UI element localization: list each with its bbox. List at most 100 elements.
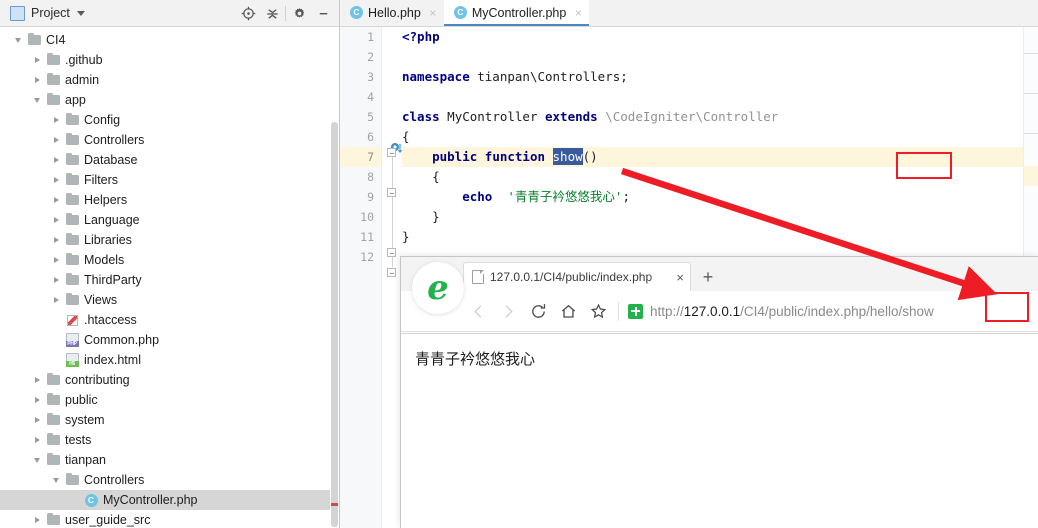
- collapse-all-icon[interactable]: [260, 2, 284, 24]
- address-bar[interactable]: http://127.0.0.1/CI4/public/index.php/he…: [650, 304, 934, 319]
- gear-icon[interactable]: [287, 2, 311, 24]
- tree-row[interactable]: ThirdParty: [0, 270, 339, 290]
- reload-glyph: [531, 303, 545, 318]
- fold-toggle-method-end[interactable]: [387, 248, 396, 257]
- home-icon[interactable]: [553, 296, 583, 326]
- tree-row[interactable]: PHP Common.php: [0, 330, 339, 350]
- fold-toggle-class[interactable]: [387, 148, 396, 157]
- tree-row[interactable]: admin: [0, 70, 339, 90]
- browser-tab[interactable]: 127.0.0.1/CI4/public/index.php ×: [463, 262, 691, 291]
- chevron-right-icon[interactable]: [48, 130, 64, 150]
- chevron-down-icon[interactable]: [29, 90, 45, 110]
- code-line[interactable]: [402, 87, 1023, 107]
- tree-row[interactable]: Filters: [0, 170, 339, 190]
- sidebar-scrollbar[interactable]: [330, 27, 339, 528]
- chevron-right-glyph: [34, 377, 40, 383]
- editor-tab[interactable]: C MyController.php ×: [443, 0, 590, 26]
- folder-glyph: [65, 152, 79, 165]
- chevron-right-glyph: [53, 237, 59, 243]
- chevron-down-icon[interactable]: [29, 450, 45, 470]
- tree-row[interactable]: Controllers: [0, 130, 339, 150]
- chevron-right-glyph: [53, 177, 59, 183]
- chevron-down-icon[interactable]: [10, 30, 26, 50]
- sidebar-scrollbar-thumb[interactable]: [331, 122, 338, 527]
- tree-row[interactable]: Libraries: [0, 230, 339, 250]
- code-line[interactable]: namespace tianpan\Controllers;: [402, 67, 1023, 87]
- code-line[interactable]: <?php: [402, 27, 1023, 47]
- tree-row[interactable]: Helpers: [0, 190, 339, 210]
- tree-row[interactable]: tianpan: [0, 450, 339, 470]
- code-line[interactable]: class MyController extends \CodeIgniter\…: [402, 107, 1023, 127]
- reload-icon[interactable]: [523, 296, 553, 326]
- tree-row[interactable]: .github: [0, 50, 339, 70]
- chevron-right-icon[interactable]: [48, 170, 64, 190]
- minimize-icon[interactable]: [311, 2, 335, 24]
- tree-row[interactable]: C MyController.php: [0, 490, 339, 510]
- chevron-down-icon[interactable]: [48, 470, 64, 490]
- tree-row[interactable]: CI4: [0, 30, 339, 50]
- folder-icon: [45, 510, 61, 528]
- chevron-right-icon[interactable]: [29, 430, 45, 450]
- chevron-right-icon[interactable]: [48, 270, 64, 290]
- project-tree[interactable]: CI4 .github admin app Config Controllers Datab…: [0, 27, 339, 528]
- chevron-right-icon[interactable]: [48, 110, 64, 130]
- tree-row[interactable]: H5 index.html: [0, 350, 339, 370]
- folder-icon: [64, 170, 80, 190]
- tree-row[interactable]: Database: [0, 150, 339, 170]
- tree-row[interactable]: public: [0, 390, 339, 410]
- tree-row-label: ThirdParty: [84, 273, 142, 287]
- chevron-right-icon[interactable]: [48, 210, 64, 230]
- locate-icon[interactable]: [236, 2, 260, 24]
- tree-row[interactable]: Controllers: [0, 470, 339, 490]
- tree-row[interactable]: contributing: [0, 370, 339, 390]
- chevron-right-icon[interactable]: [29, 510, 45, 528]
- tree-row[interactable]: app: [0, 90, 339, 110]
- chevron-right-icon[interactable]: [29, 370, 45, 390]
- code-token: extends: [545, 109, 598, 124]
- tree-row[interactable]: Views: [0, 290, 339, 310]
- project-panel-title: Project: [31, 6, 70, 20]
- folder-icon: [64, 250, 80, 270]
- chevron-right-icon[interactable]: [48, 290, 64, 310]
- code-line[interactable]: [402, 47, 1023, 67]
- editor-tab[interactable]: C Hello.php ×: [340, 0, 444, 26]
- close-icon[interactable]: ×: [573, 7, 583, 19]
- line-number: 1: [367, 30, 374, 44]
- chevron-right-icon[interactable]: [29, 50, 45, 70]
- close-icon[interactable]: ×: [676, 271, 684, 284]
- chevron-right-icon[interactable]: [29, 410, 45, 430]
- tree-row[interactable]: system: [0, 410, 339, 430]
- tree-row[interactable]: user_guide_src: [0, 510, 339, 528]
- chevron-down-icon[interactable]: [76, 10, 85, 16]
- chevron-right-icon[interactable]: [48, 230, 64, 250]
- close-icon[interactable]: ×: [428, 7, 438, 19]
- browser-tab-bar[interactable]: 127.0.0.1/CI4/public/index.php × +: [401, 257, 1038, 291]
- code-line[interactable]: echo '青青子衿悠悠我心';: [402, 187, 1023, 207]
- editor-tab-bar[interactable]: C Hello.php × C MyController.php ×: [340, 0, 1038, 27]
- tree-row[interactable]: Models: [0, 250, 339, 270]
- bookmark-star-icon[interactable]: [583, 296, 613, 326]
- fold-gutter[interactable]: [382, 27, 403, 528]
- chevron-down-glyph: [15, 37, 21, 43]
- chevron-right-icon[interactable]: [29, 390, 45, 410]
- browser-logo-glyph: e: [427, 268, 449, 308]
- chevron-right-icon[interactable]: [48, 150, 64, 170]
- tree-row[interactable]: Language: [0, 210, 339, 230]
- back-icon[interactable]: [463, 296, 493, 326]
- chevron-right-icon[interactable]: [48, 250, 64, 270]
- code-line[interactable]: {: [402, 127, 1023, 147]
- new-tab-button[interactable]: +: [691, 262, 725, 291]
- code-line[interactable]: }: [402, 207, 1023, 227]
- chevron-right-glyph: [34, 417, 40, 423]
- line-number: 9: [367, 190, 374, 204]
- tree-row[interactable]: Config: [0, 110, 339, 130]
- code-line[interactable]: }: [402, 227, 1023, 247]
- fold-toggle-method[interactable]: [387, 188, 396, 197]
- tree-row[interactable]: tests: [0, 430, 339, 450]
- fold-toggle-class-end[interactable]: [387, 268, 396, 277]
- chevron-right-icon[interactable]: [29, 70, 45, 90]
- chevron-right-icon[interactable]: [48, 190, 64, 210]
- forward-icon[interactable]: [493, 296, 523, 326]
- tree-row-label: contributing: [65, 373, 130, 387]
- tree-row[interactable]: .htaccess: [0, 310, 339, 330]
